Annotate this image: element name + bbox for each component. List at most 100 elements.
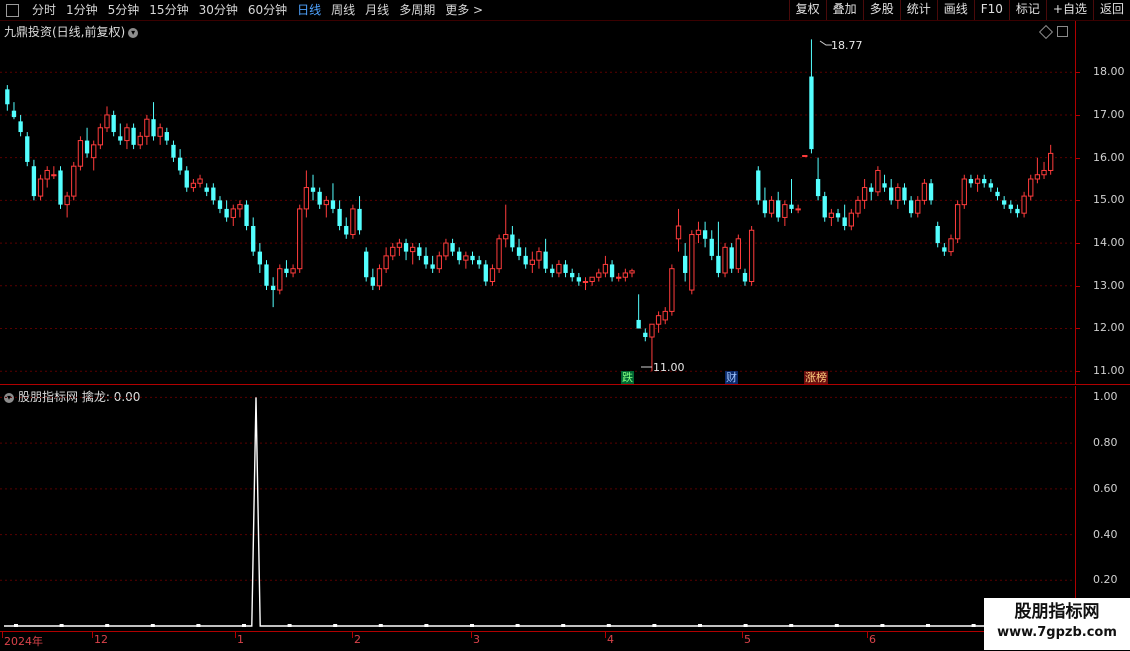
toolbar-button[interactable]: 多股	[862, 0, 900, 20]
toolbar-button[interactable]: 统计	[899, 0, 937, 20]
date-label: 1	[237, 633, 244, 646]
candle-body	[344, 225, 349, 235]
candle	[742, 268, 748, 286]
candle-body	[436, 255, 442, 270]
date-label: 2	[354, 633, 361, 646]
watermark: 股朋指标网 www.7gpzb.com	[984, 598, 1130, 650]
candle	[5, 85, 10, 111]
toolbar-button[interactable]: +自选	[1045, 0, 1093, 20]
candle-body	[277, 268, 283, 291]
candle	[510, 225, 515, 252]
candle	[476, 255, 482, 269]
candle-body	[782, 204, 788, 218]
indicator-dot	[834, 624, 839, 627]
candle	[303, 170, 310, 218]
candle-body	[423, 255, 429, 265]
indicator-dot	[424, 624, 429, 627]
candle-body	[164, 132, 169, 141]
candle-body	[5, 89, 10, 105]
candle-body	[889, 187, 894, 201]
candle	[124, 123, 130, 150]
period-tab[interactable]: 多周期	[394, 1, 440, 19]
candle	[197, 174, 203, 188]
toolbar-button[interactable]: 画线	[936, 0, 974, 20]
toolbar-button[interactable]: 叠加	[825, 0, 863, 20]
candle-body	[689, 234, 695, 291]
toolbar-button[interactable]: 标记	[1008, 0, 1046, 20]
candle	[921, 179, 928, 205]
candle-body	[257, 251, 263, 265]
period-tab[interactable]: 30分钟	[194, 1, 243, 19]
period-tab[interactable]: 15分钟	[144, 1, 193, 19]
watermark-title: 股朋指标网	[1014, 602, 1100, 622]
candle-body	[516, 247, 522, 256]
date-tick	[471, 632, 472, 638]
candle-body	[151, 119, 156, 137]
date-tick	[235, 632, 236, 638]
candle-body	[762, 200, 768, 214]
period-tab[interactable]: 月线	[360, 1, 394, 19]
candle-body	[835, 213, 841, 218]
candle	[762, 187, 768, 218]
candle-body	[337, 208, 342, 226]
date-tick	[92, 632, 93, 638]
candle-body	[118, 136, 123, 141]
candle	[470, 251, 475, 265]
event-marker-finance[interactable]: 财	[725, 371, 738, 384]
candle-body	[171, 144, 176, 158]
event-marker-drop[interactable]: 跌	[621, 371, 634, 384]
candle	[237, 200, 243, 218]
candle-body	[224, 208, 229, 218]
period-tab[interactable]: 日线	[292, 1, 326, 19]
period-tab[interactable]: 分时	[27, 1, 61, 19]
indicator-chart[interactable]	[0, 386, 1075, 631]
candle-body	[948, 238, 954, 253]
candle	[968, 174, 974, 188]
candle	[716, 221, 721, 278]
candle-body	[51, 174, 57, 177]
toolbar-button[interactable]: 返回	[1092, 0, 1130, 20]
candle	[928, 179, 934, 205]
indicator-dot	[14, 624, 18, 627]
candle	[954, 200, 961, 244]
candlestick-chart[interactable]	[0, 21, 1075, 384]
candle	[91, 140, 97, 171]
candle-body	[483, 264, 488, 282]
candle-body	[643, 332, 648, 338]
price-tick-mark	[1075, 200, 1080, 202]
candle	[58, 166, 63, 209]
candle-body	[370, 277, 375, 286]
candle-body	[84, 140, 90, 154]
candle-body	[476, 260, 482, 265]
candle	[795, 204, 801, 214]
candle	[330, 183, 336, 214]
candle	[390, 243, 396, 261]
toolbar-button[interactable]: 复权	[788, 0, 826, 20]
event-marker-limitup[interactable]: 涨榜	[804, 371, 828, 384]
candle	[244, 200, 249, 231]
candle	[596, 268, 602, 282]
candle	[1015, 204, 1020, 218]
indicator-tick: 0.80	[1093, 436, 1118, 450]
candle	[457, 247, 462, 265]
candle-body	[1034, 174, 1041, 180]
period-tab[interactable]: 1分钟	[61, 1, 103, 19]
candle	[988, 179, 994, 192]
candle-body	[748, 229, 755, 283]
period-tab[interactable]: 更多 >	[440, 1, 488, 19]
candle	[908, 196, 914, 218]
candle-body	[251, 225, 256, 252]
period-tab[interactable]: 60分钟	[243, 1, 292, 19]
date-tick	[2, 632, 3, 638]
candle-body	[91, 144, 97, 159]
period-tab[interactable]: 5分钟	[103, 1, 145, 19]
toolbar-button[interactable]: F10	[973, 0, 1009, 20]
candle-body	[570, 272, 575, 278]
candle	[902, 183, 907, 205]
candle	[570, 268, 575, 282]
price-tick-mark	[1075, 72, 1080, 74]
window-icon[interactable]	[6, 3, 19, 17]
period-tab[interactable]: 周线	[326, 1, 360, 19]
date-label: 12	[94, 633, 108, 646]
candle	[662, 307, 668, 325]
